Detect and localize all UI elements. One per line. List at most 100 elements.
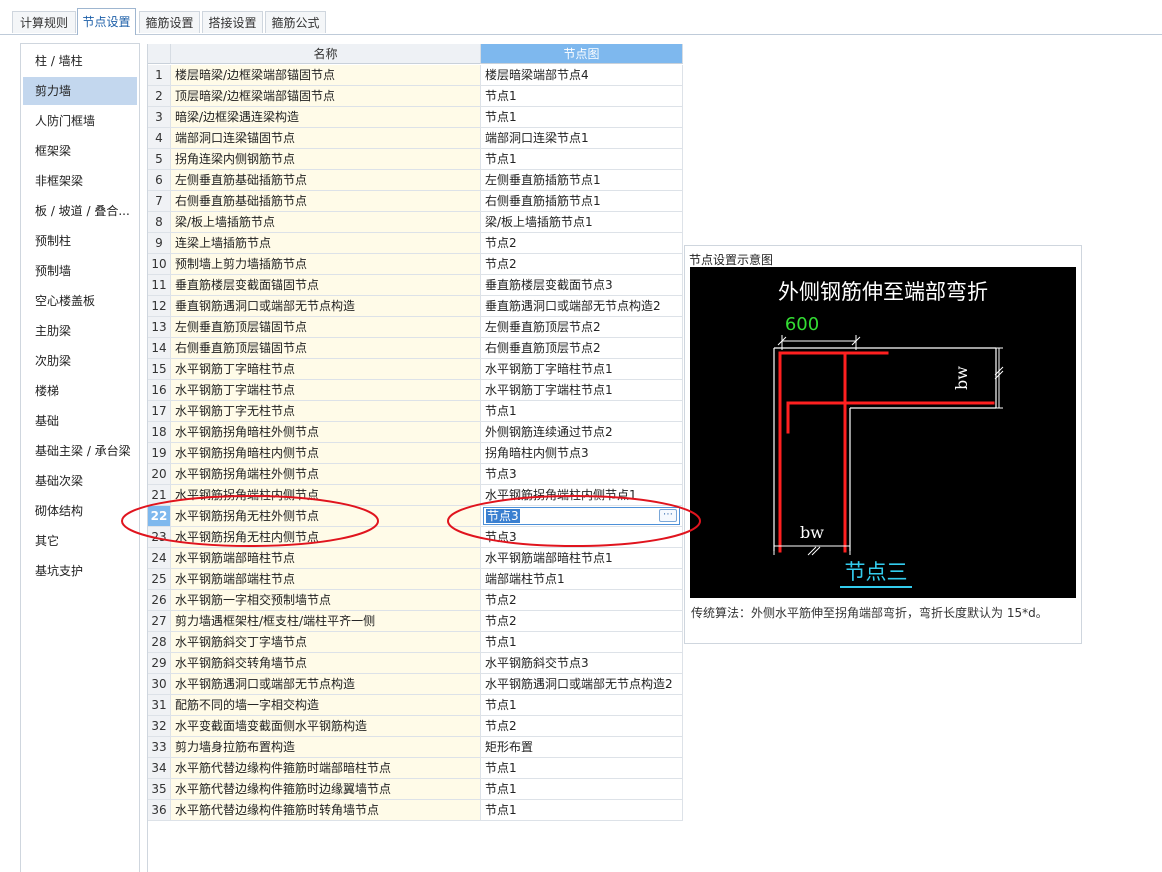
row-node-cell[interactable]: 外侧钢筋连续通过节点2 xyxy=(481,422,683,443)
row-node-cell[interactable]: 节点3 xyxy=(481,527,683,548)
row-name-cell: 水平钢筋端部暗柱节点 xyxy=(171,548,481,569)
table-row[interactable]: 4 端部洞口连梁锚固节点 端部洞口连梁节点1 xyxy=(148,128,683,149)
sidebar-item-stairs[interactable]: 楼梯 xyxy=(23,377,137,405)
row-node-cell[interactable]: 垂直筋遇洞口或端部无节点构造2 xyxy=(481,296,683,317)
table-row[interactable]: 30 水平钢筋遇洞口或端部无节点构造 水平钢筋遇洞口或端部无节点构造2 xyxy=(148,674,683,695)
row-node-cell[interactable]: 节点1 xyxy=(481,758,683,779)
row-node-cell[interactable]: 端部洞口连梁节点1 xyxy=(481,128,683,149)
table-row[interactable]: 26 水平钢筋一字相交预制墙节点 节点2 xyxy=(148,590,683,611)
table-row[interactable]: 6 左侧垂直筋基础插筋节点 左侧垂直筋插筋节点1 xyxy=(148,170,683,191)
table-row[interactable]: 14 右侧垂直筋顶层锚固节点 右侧垂直筋顶层节点2 xyxy=(148,338,683,359)
row-node-cell[interactable]: 节点1 xyxy=(481,800,683,821)
row-node-cell[interactable]: 节点2 xyxy=(481,611,683,632)
table-row[interactable]: 21 水平钢筋拐角端柱内侧节点 水平钢筋拐角端柱内侧节点1 xyxy=(148,485,683,506)
table-row[interactable]: 34 水平筋代替边缘构件箍筋时端部暗柱节点 节点1 xyxy=(148,758,683,779)
table-row[interactable]: 17 水平钢筋丁字无柱节点 节点1 xyxy=(148,401,683,422)
table-row[interactable]: 33 剪力墙身拉筋布置构造 矩形布置 xyxy=(148,737,683,758)
table-row[interactable]: 2 顶层暗梁/边框梁端部锚固节点 节点1 xyxy=(148,86,683,107)
table-row[interactable]: 32 水平变截面墙变截面侧水平钢筋构造 节点2 xyxy=(148,716,683,737)
tab-lap-settings[interactable]: 搭接设置 xyxy=(202,11,263,33)
row-node-cell[interactable]: 垂直筋楼层变截面节点3 xyxy=(481,275,683,296)
tab-stirrup-settings[interactable]: 箍筋设置 xyxy=(139,11,200,33)
table-row[interactable]: 12 垂直钢筋遇洞口或端部无节点构造 垂直筋遇洞口或端部无节点构造2 xyxy=(148,296,683,317)
table-row[interactable]: 19 水平钢筋拐角暗柱内侧节点 拐角暗柱内侧节点3 xyxy=(148,443,683,464)
row-node-cell[interactable]: 右侧垂直筋顶层节点2 xyxy=(481,338,683,359)
sidebar-item-foundation[interactable]: 基础 xyxy=(23,407,137,435)
table-row[interactable]: 9 连梁上墙插筋节点 节点2 xyxy=(148,233,683,254)
table-row[interactable]: 28 水平钢筋斜交丁字墙节点 节点1 xyxy=(148,632,683,653)
node-edit-value[interactable]: 节点3 xyxy=(486,509,520,523)
header-node-diagram[interactable]: 节点图 xyxy=(481,44,683,64)
table-row[interactable]: 22 水平钢筋拐角无柱外侧节点 节点3 ⋯ xyxy=(148,506,683,527)
sidebar-item-hollow-floor-slab[interactable]: 空心楼盖板 xyxy=(23,287,137,315)
sidebar-item-slab-ramp-composite[interactable]: 板 / 坡道 / 叠合... xyxy=(23,197,137,225)
row-node-cell[interactable]: 梁/板上墙插筋节点1 xyxy=(481,212,683,233)
sidebar-item-non-frame-beam[interactable]: 非框架梁 xyxy=(23,167,137,195)
row-node-cell[interactable]: 节点3 xyxy=(481,464,683,485)
sidebar-item-foundation-secondary-beam[interactable]: 基础次梁 xyxy=(23,467,137,495)
sidebar-item-precast-wall[interactable]: 预制墙 xyxy=(23,257,137,285)
table-row[interactable]: 25 水平钢筋端部端柱节点 端部端柱节点1 xyxy=(148,569,683,590)
sidebar-item-other[interactable]: 其它 xyxy=(23,527,137,555)
row-node-cell[interactable]: 水平钢筋斜交节点3 xyxy=(481,653,683,674)
table-row[interactable]: 31 配筋不同的墙一字相交构造 节点1 xyxy=(148,695,683,716)
table-row[interactable]: 23 水平钢筋拐角无柱内侧节点 节点3 xyxy=(148,527,683,548)
node-edit-field[interactable]: 节点3 ⋯ xyxy=(483,507,680,525)
row-node-cell[interactable]: 左侧垂直筋插筋节点1 xyxy=(481,170,683,191)
row-node-cell[interactable]: 水平钢筋丁字端柱节点1 xyxy=(481,380,683,401)
sidebar-item-shear-wall[interactable]: 剪力墙 xyxy=(23,77,137,105)
sidebar-item-main-rib-beam[interactable]: 主肋梁 xyxy=(23,317,137,345)
row-node-cell[interactable]: 水平钢筋丁字暗柱节点1 xyxy=(481,359,683,380)
row-node-cell[interactable]: 水平钢筋端部暗柱节点1 xyxy=(481,548,683,569)
sidebar-item-precast-column[interactable]: 预制柱 xyxy=(23,227,137,255)
row-node-cell[interactable]: 矩形布置 xyxy=(481,737,683,758)
sidebar-item-frame-beam[interactable]: 框架梁 xyxy=(23,137,137,165)
sidebar-item-masonry-structure[interactable]: 砌体结构 xyxy=(23,497,137,525)
row-node-cell[interactable]: 节点2 xyxy=(481,716,683,737)
sidebar-item-civil-defense-frame-wall[interactable]: 人防门框墙 xyxy=(23,107,137,135)
tab-node-settings[interactable]: 节点设置 xyxy=(77,8,136,35)
row-node-cell[interactable]: 节点1 xyxy=(481,401,683,422)
table-row[interactable]: 13 左侧垂直筋顶层锚固节点 左侧垂直筋顶层节点2 xyxy=(148,317,683,338)
table-row[interactable]: 3 暗梁/边框梁遇连梁构造 节点1 xyxy=(148,107,683,128)
table-row[interactable]: 16 水平钢筋丁字端柱节点 水平钢筋丁字端柱节点1 xyxy=(148,380,683,401)
row-node-cell[interactable]: 节点1 xyxy=(481,107,683,128)
row-node-cell[interactable]: 节点1 xyxy=(481,632,683,653)
sidebar-item-secondary-rib-beam[interactable]: 次肋梁 xyxy=(23,347,137,375)
table-row[interactable]: 5 拐角连梁内侧钢筋节点 节点1 xyxy=(148,149,683,170)
sidebar-item-pit-support[interactable]: 基坑支护 xyxy=(23,557,137,585)
table-row[interactable]: 24 水平钢筋端部暗柱节点 水平钢筋端部暗柱节点1 xyxy=(148,548,683,569)
row-node-cell[interactable]: 水平钢筋遇洞口或端部无节点构造2 xyxy=(481,674,683,695)
tab-calc-rules[interactable]: 计算规则 xyxy=(12,11,76,33)
table-row[interactable]: 1 楼层暗梁/边框梁端部锚固节点 楼层暗梁端部节点4 xyxy=(148,65,683,86)
row-node-cell[interactable]: 节点2 xyxy=(481,254,683,275)
row-node-cell[interactable]: 节点2 xyxy=(481,233,683,254)
row-node-cell[interactable]: 节点1 xyxy=(481,695,683,716)
table-row[interactable]: 27 剪力墙遇框架柱/框支柱/端柱平齐一侧 节点2 xyxy=(148,611,683,632)
row-node-cell[interactable]: 节点1 xyxy=(481,149,683,170)
table-row[interactable]: 10 预制墙上剪力墙插筋节点 节点2 xyxy=(148,254,683,275)
row-node-cell[interactable]: 拐角暗柱内侧节点3 xyxy=(481,443,683,464)
row-node-cell[interactable]: 楼层暗梁端部节点4 xyxy=(481,65,683,86)
sidebar-item-col-wall-col[interactable]: 柱 / 墙柱 xyxy=(23,47,137,75)
row-node-cell[interactable]: 水平钢筋拐角端柱内侧节点1 xyxy=(481,485,683,506)
sidebar-item-foundation-main-beam[interactable]: 基础主梁 / 承台梁 xyxy=(23,437,137,465)
row-node-cell[interactable]: 左侧垂直筋顶层节点2 xyxy=(481,317,683,338)
tab-stirrup-formula[interactable]: 箍筋公式 xyxy=(265,11,326,33)
table-row[interactable]: 35 水平筋代替边缘构件箍筋时边缘翼墙节点 节点1 xyxy=(148,779,683,800)
row-node-cell[interactable]: 节点1 xyxy=(481,86,683,107)
table-row[interactable]: 20 水平钢筋拐角端柱外侧节点 节点3 xyxy=(148,464,683,485)
ellipsis-icon[interactable]: ⋯ xyxy=(659,509,677,522)
header-name[interactable]: 名称 xyxy=(171,44,481,64)
row-node-cell[interactable]: 右侧垂直筋插筋节点1 xyxy=(481,191,683,212)
table-row[interactable]: 8 梁/板上墙插筋节点 梁/板上墙插筋节点1 xyxy=(148,212,683,233)
table-row[interactable]: 36 水平筋代替边缘构件箍筋时转角墙节点 节点1 xyxy=(148,800,683,821)
table-row[interactable]: 15 水平钢筋丁字暗柱节点 水平钢筋丁字暗柱节点1 xyxy=(148,359,683,380)
row-node-cell[interactable]: 端部端柱节点1 xyxy=(481,569,683,590)
table-row[interactable]: 7 右侧垂直筋基础插筋节点 右侧垂直筋插筋节点1 xyxy=(148,191,683,212)
row-node-cell[interactable]: 节点2 xyxy=(481,590,683,611)
row-node-cell[interactable]: 节点1 xyxy=(481,779,683,800)
table-row[interactable]: 29 水平钢筋斜交转角墙节点 水平钢筋斜交节点3 xyxy=(148,653,683,674)
table-row[interactable]: 18 水平钢筋拐角暗柱外侧节点 外侧钢筋连续通过节点2 xyxy=(148,422,683,443)
table-row[interactable]: 11 垂直筋楼层变截面锚固节点 垂直筋楼层变截面节点3 xyxy=(148,275,683,296)
